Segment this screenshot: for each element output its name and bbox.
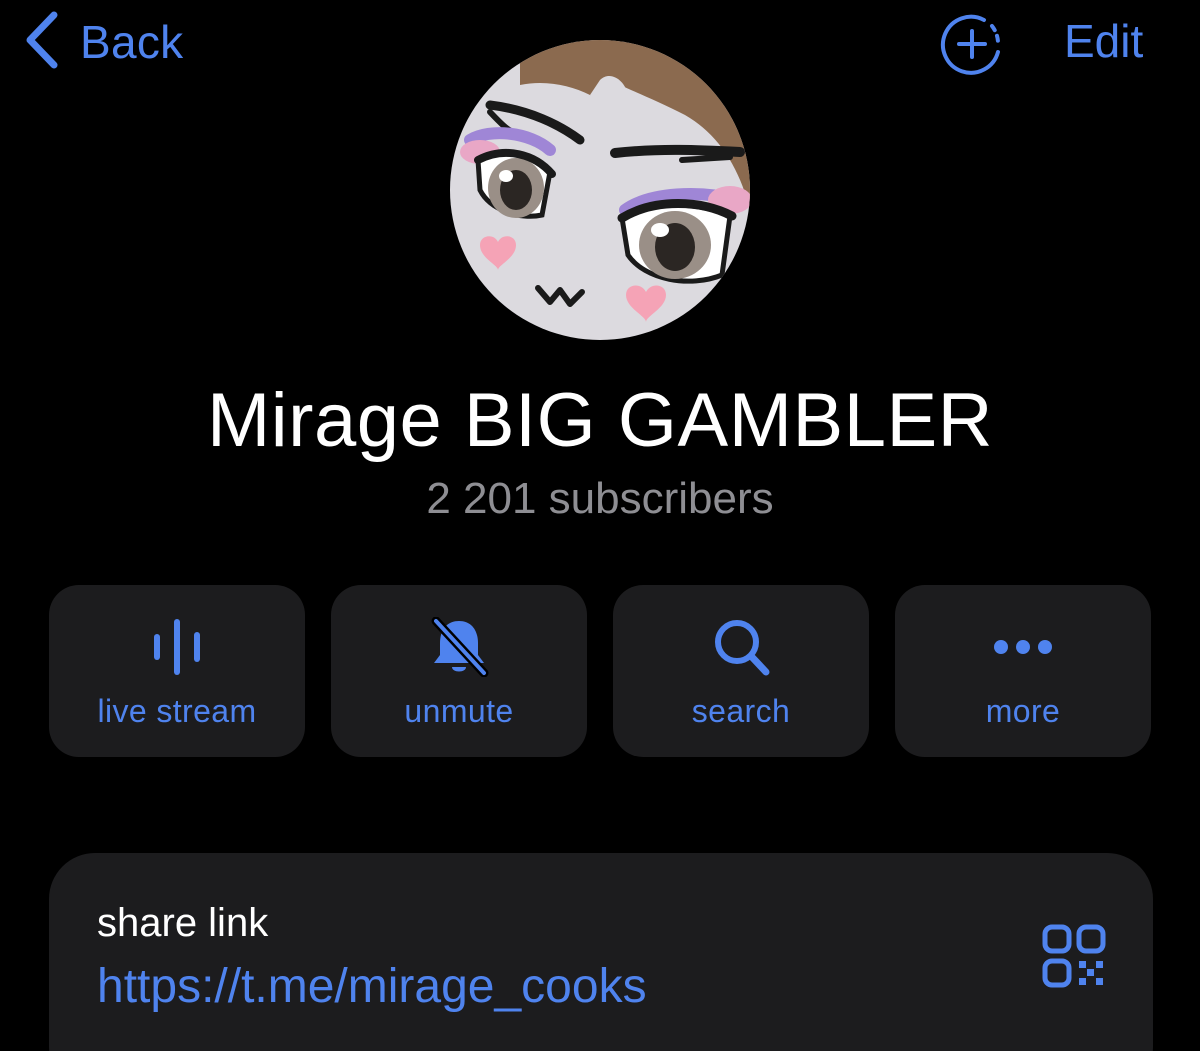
search-icon bbox=[613, 617, 869, 677]
channel-avatar[interactable] bbox=[450, 40, 750, 340]
live-stream-button[interactable]: live stream bbox=[49, 585, 305, 757]
live-stream-label: live stream bbox=[97, 693, 257, 729]
avatar-image bbox=[450, 40, 750, 340]
channel-info-screen: Back Edit Mirage BIG GAMBLER 2 201 subsc… bbox=[0, 0, 1200, 1051]
back-button[interactable]: Back bbox=[22, 10, 183, 74]
qr-code-button[interactable] bbox=[1041, 923, 1107, 989]
more-label: more bbox=[985, 693, 1061, 729]
share-link-title: share link bbox=[97, 901, 269, 945]
search-button[interactable]: search bbox=[613, 585, 869, 757]
channel-name: Mirage BIG GAMBLER bbox=[206, 378, 994, 463]
add-member-button[interactable] bbox=[940, 12, 1004, 76]
search-label: search bbox=[691, 693, 791, 729]
subscriber-count: 2 201 subscribers bbox=[426, 474, 774, 523]
share-link-url[interactable]: https://t.me/mirage_cooks bbox=[97, 959, 647, 1014]
qr-code-icon bbox=[1041, 924, 1107, 993]
chevron-left-icon bbox=[22, 9, 62, 76]
edit-button[interactable]: Edit bbox=[1064, 14, 1143, 68]
bell-slash-icon bbox=[331, 617, 587, 677]
share-link-card: share link https://t.me/mirage_cooks bbox=[49, 853, 1153, 1051]
unmute-label: unmute bbox=[404, 693, 514, 729]
more-button[interactable]: more bbox=[895, 585, 1151, 757]
more-dots-icon bbox=[895, 617, 1151, 677]
back-label: Back bbox=[80, 16, 184, 68]
unmute-button[interactable]: unmute bbox=[331, 585, 587, 757]
action-buttons: live stream unmute search more bbox=[49, 585, 1153, 757]
live-stream-icon bbox=[49, 617, 305, 677]
plus-circle-icon bbox=[940, 14, 1004, 80]
